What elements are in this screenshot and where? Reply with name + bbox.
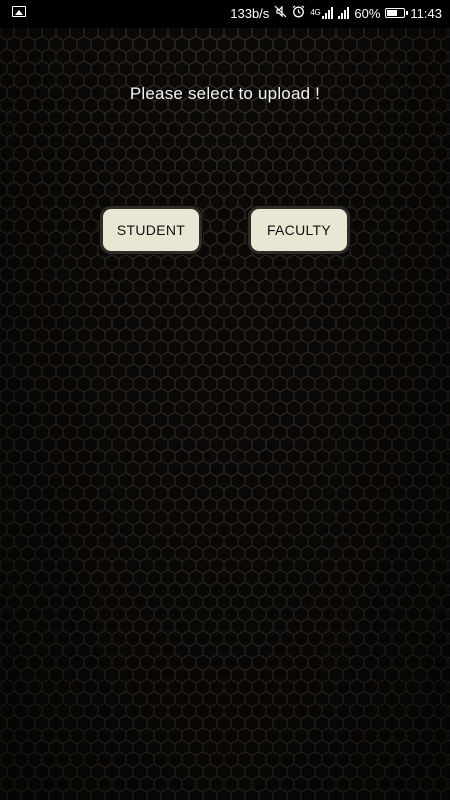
signal-icon-2 [338, 7, 350, 19]
status-bar: 133b/s 4G 60% 11:43 [0, 0, 450, 28]
mute-vibrate-icon [274, 5, 287, 21]
upload-screen: 133b/s 4G 60% 11:43 Please select to upl… [0, 0, 450, 800]
battery-icon [385, 8, 409, 18]
student-button[interactable]: STUDENT [100, 206, 202, 254]
alarm-icon [292, 5, 305, 21]
upload-prompt: Please select to upload ! [129, 84, 321, 103]
net-speed: 133b/s [230, 5, 270, 21]
clock: 11:43 [410, 5, 442, 21]
battery-percent: 60% [354, 5, 381, 21]
network-type: 4G [310, 8, 321, 17]
gallery-icon [12, 6, 26, 17]
status-icons: 133b/s 4G 60% 11:43 [230, 5, 442, 21]
wifi-icon: 4G [310, 6, 321, 20]
faculty-button[interactable]: FACULTY [248, 206, 350, 254]
signal-icon [322, 7, 334, 19]
